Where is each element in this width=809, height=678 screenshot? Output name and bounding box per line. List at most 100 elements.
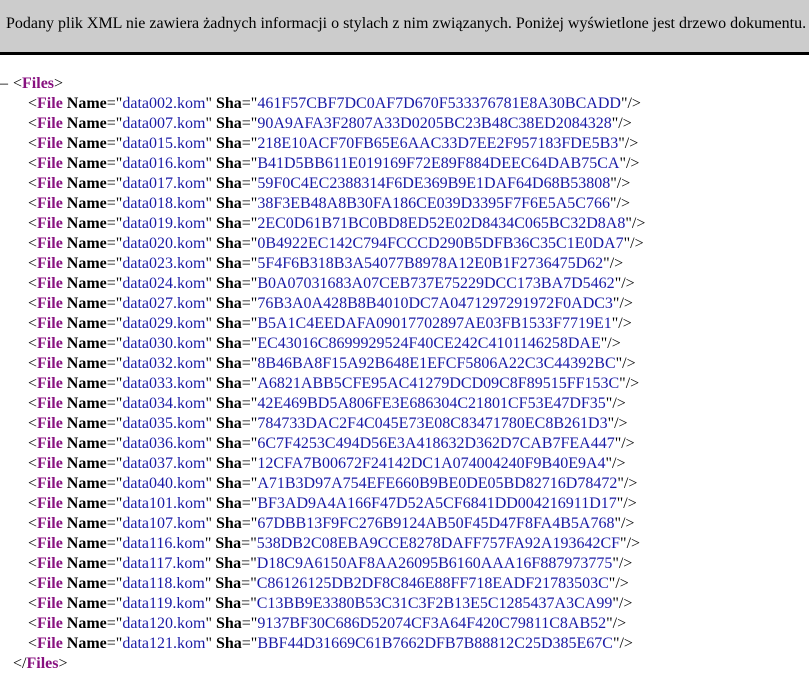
file-element-row: <File Name="data117.kom" Sha="D18C9A6150… xyxy=(28,555,633,572)
file-name-value: data119.kom xyxy=(122,595,205,612)
attr-name-label: Name xyxy=(66,215,107,232)
file-name-value: data007.kom xyxy=(122,115,206,132)
file-name-value: data017.kom xyxy=(122,175,206,192)
file-sha-value: B5A1C4EEDAFA09017702897AE03FB1533F7719E1 xyxy=(257,315,612,332)
file-sha-value: 784733DAC2F4C045E73E08C83471780EC8B261D3 xyxy=(257,415,608,432)
file-sha-value: 67DBB13F9FC276B9124AB50F45D47F8FA4B5A768 xyxy=(257,515,615,532)
attr-sha-label: Sha xyxy=(215,335,242,352)
tag-open-bracket: < xyxy=(28,135,38,152)
file-sha-value: C13BB9E3380B53C31C3F2B13E5C1285437A3CA99 xyxy=(256,595,613,612)
element-tag-name: File xyxy=(37,415,63,432)
file-element-row: <File Name="data035.kom" Sha="784733DAC2… xyxy=(28,415,628,432)
element-tag-name: File xyxy=(37,135,63,152)
attr-name-label: Name xyxy=(66,575,107,592)
attr-sha-label: Sha xyxy=(215,155,242,172)
attr-name-label: Name xyxy=(66,315,107,332)
file-sha-value: 76B3A0A428B8B4010DC7A0471297291972F0ADC3 xyxy=(257,295,613,312)
attr-name-label: Name xyxy=(66,415,107,432)
file-name-value: data033.kom xyxy=(122,375,206,392)
tag-open-bracket: < xyxy=(28,595,38,612)
element-tag-name: File xyxy=(37,235,63,252)
element-tag-name: File xyxy=(37,495,63,512)
tag-open-bracket: < xyxy=(28,315,38,332)
file-sha-value: 8B46BA8F15A92B648E1EFCF5806A22C3C44392BC xyxy=(257,355,616,372)
tag-open-bracket: < xyxy=(28,375,38,392)
file-sha-value: A6821ABB5CFE95AC41279DCD09C8F89515FF153C xyxy=(257,375,620,392)
file-name-value: data034.kom xyxy=(122,395,206,412)
files-open-tag: – <Files> xyxy=(0,74,809,94)
file-sha-value: 218E10ACF70FB65E6AAC33D7EE2F957183FDE5B3 xyxy=(257,135,619,152)
file-name-value: data002.kom xyxy=(122,95,206,112)
element-tag-name: File xyxy=(37,355,63,372)
file-sha-value: B0A07031683A07CEB737E75229DCC173BA7D5462 xyxy=(257,275,615,292)
file-sha-value: 2EC0D61B71BC0BD8ED52E02D8434C065BC32D8A8 xyxy=(257,215,626,232)
attr-name-label: Name xyxy=(66,95,107,112)
attr-name-label: Name xyxy=(66,635,107,652)
element-tag-name: File xyxy=(37,395,63,412)
file-name-value: data018.kom xyxy=(122,195,206,212)
file-name-value: data030.kom xyxy=(122,335,206,352)
attr-name-label: Name xyxy=(66,195,107,212)
attr-sha-label: Sha xyxy=(215,95,242,112)
tag-open-bracket: < xyxy=(28,235,38,252)
tag-open-bracket: < xyxy=(28,255,38,272)
tag-open-bracket: < xyxy=(28,395,38,412)
file-element-row: <File Name="data007.kom" Sha="90A9AFA3F2… xyxy=(28,115,632,132)
attr-sha-label: Sha xyxy=(215,135,242,152)
file-element-row: <File Name="data002.kom" Sha="461F57CBF7… xyxy=(28,95,641,112)
element-tag-name: File xyxy=(37,595,63,612)
file-sha-value: EC43016C8699929524F40CE242C4101146258DAE xyxy=(257,335,601,352)
file-element-row: <File Name="data019.kom" Sha="2EC0D61B71… xyxy=(28,215,646,232)
file-name-value: data118.kom xyxy=(122,575,205,592)
file-sha-value: 9137BF30C686D52074CF3A64F420C79811C8AB52 xyxy=(257,615,607,632)
file-element-row: <File Name="data029.kom" Sha="B5A1C4EEDA… xyxy=(28,315,632,332)
tag-open-bracket: < xyxy=(28,175,38,192)
file-element-row: <File Name="data118.kom" Sha="C86126125D… xyxy=(28,575,629,592)
xml-document-tree: – <Files> <File Name="data002.kom" Sha="4… xyxy=(0,74,809,674)
file-name-value: data035.kom xyxy=(122,415,206,432)
attr-sha-label: Sha xyxy=(215,615,242,632)
attr-name-label: Name xyxy=(66,355,107,372)
attr-sha-label: Sha xyxy=(215,395,242,412)
tag-open-bracket: < xyxy=(28,495,38,512)
file-element-row: <File Name="data120.kom" Sha="9137BF30C6… xyxy=(28,615,627,632)
element-tag-name: File xyxy=(37,615,63,632)
xml-notice-text: Podany plik XML nie zawiera żadnych info… xyxy=(6,15,807,32)
tag-close-bracket: > xyxy=(58,655,68,672)
tag-open-bracket: < xyxy=(28,635,38,652)
file-sha-value: B41D5BB611E019169F72E89F884DEEC64DAB75CA xyxy=(257,155,620,172)
element-tag-name: File xyxy=(37,455,63,472)
attr-name-label: Name xyxy=(66,115,107,132)
file-name-value: data027.kom xyxy=(122,295,206,312)
tag-open-bracket: < xyxy=(28,515,38,532)
attr-name-label: Name xyxy=(66,175,107,192)
file-element-row: <File Name="data023.kom" Sha="5F4F6B318B… xyxy=(28,255,624,272)
attr-name-label: Name xyxy=(66,595,107,612)
element-tag-name: File xyxy=(37,375,63,392)
file-element-row: <File Name="data016.kom" Sha="B41D5BB611… xyxy=(28,155,640,172)
collapse-toggle-icon[interactable]: – xyxy=(0,74,11,94)
file-element-row: <File Name="data116.kom" Sha="538DB2C08E… xyxy=(28,535,641,552)
element-tag-name: File xyxy=(37,575,63,592)
attr-sha-label: Sha xyxy=(215,475,242,492)
file-sha-value: 6C7F4253C494D56E3A418632D362D7CAB7FEA447 xyxy=(257,435,615,452)
element-tag-name: File xyxy=(37,155,63,172)
root-tag-name: Files xyxy=(22,75,55,92)
tag-open-bracket: < xyxy=(13,75,23,92)
attr-sha-label: Sha xyxy=(215,435,242,452)
root-tag-name: Files xyxy=(26,655,59,672)
element-tag-name: File xyxy=(37,295,63,312)
attr-name-label: Name xyxy=(66,295,107,312)
file-sha-value: 5F4F6B318B3A54077B8978A12E0B1F2736475D62 xyxy=(257,255,604,272)
file-name-value: data037.kom xyxy=(122,455,206,472)
element-tag-name: File xyxy=(37,175,63,192)
tag-open-bracket: < xyxy=(28,455,38,472)
file-name-value: data024.kom xyxy=(122,275,206,292)
attr-name-label: Name xyxy=(66,615,107,632)
attr-sha-label: Sha xyxy=(215,555,242,572)
tag-open-bracket: < xyxy=(28,155,38,172)
attr-sha-label: Sha xyxy=(215,415,242,432)
tag-open-bracket: < xyxy=(28,555,38,572)
file-element-row: <File Name="data018.kom" Sha="38F3EB48A8… xyxy=(28,195,630,212)
file-element-row: <File Name="data015.kom" Sha="218E10ACF7… xyxy=(28,135,639,152)
